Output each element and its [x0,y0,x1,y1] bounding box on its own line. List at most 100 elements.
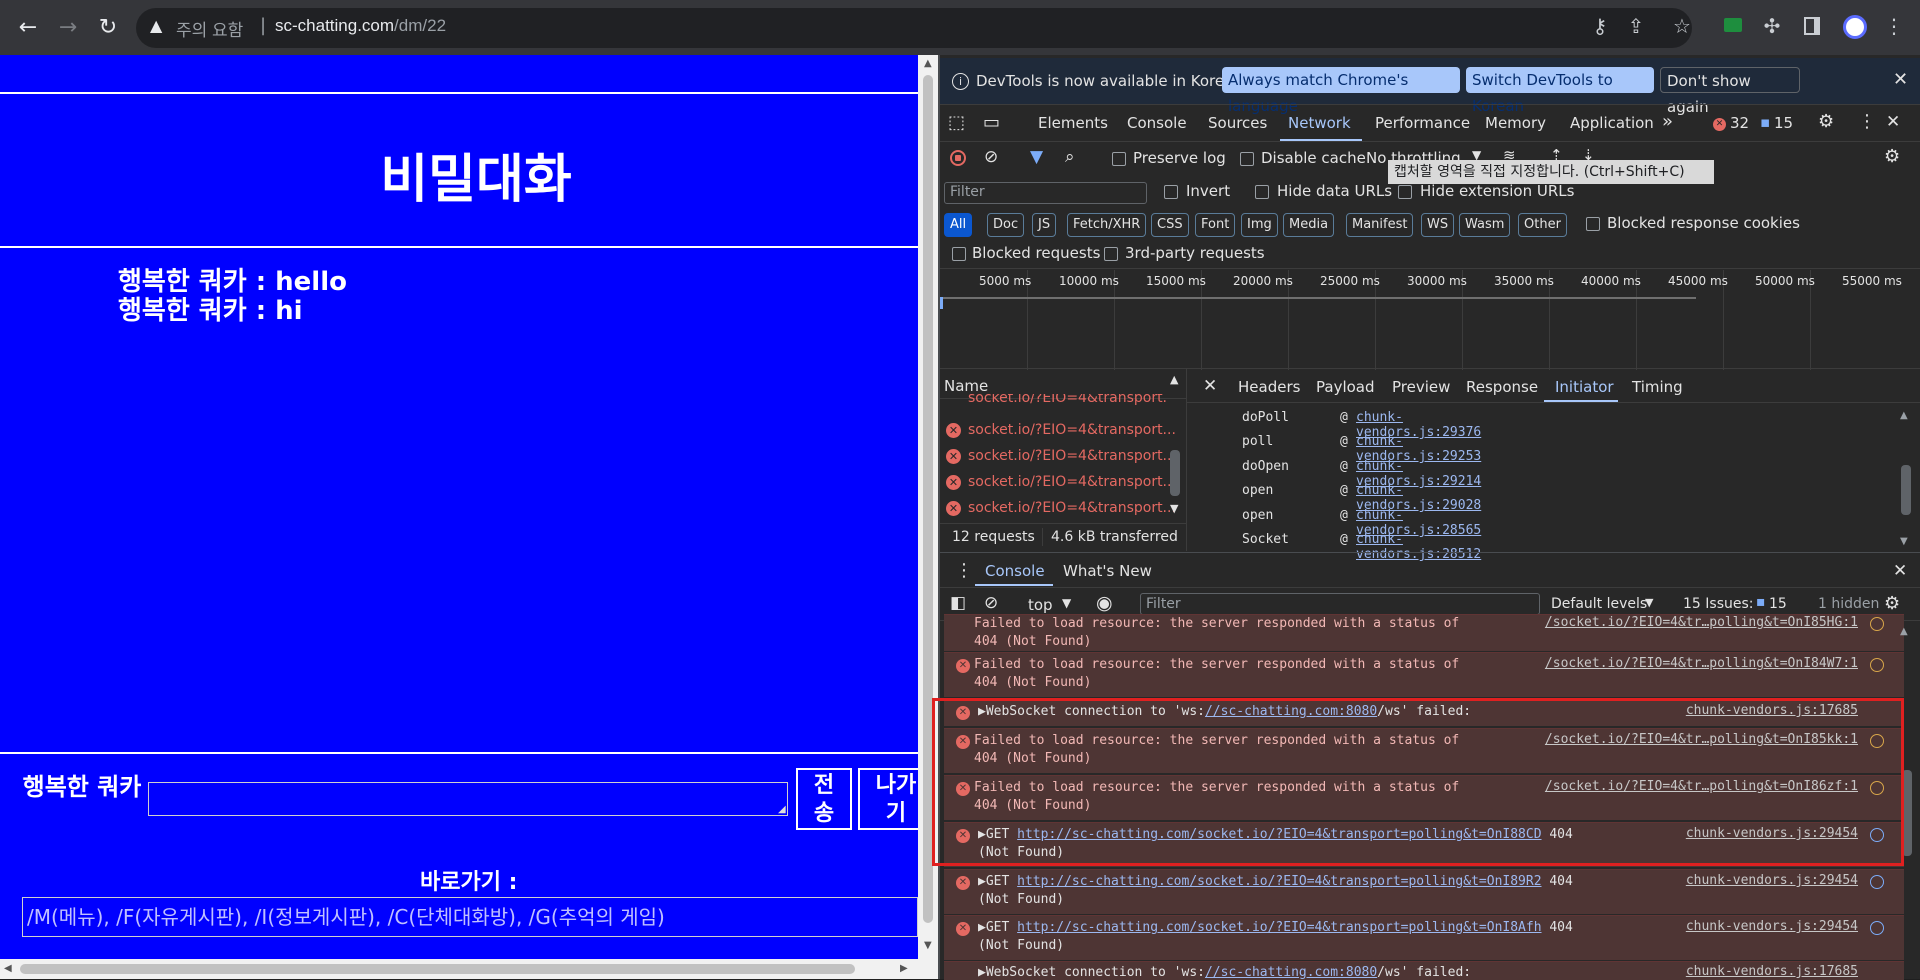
console-source-link[interactable]: chunk-vendors.js:29454 [1686,919,1858,934]
panel-splitter[interactable] [1186,369,1187,551]
scroll-up-icon[interactable]: ▲ [924,58,932,69]
detail-tab-headers[interactable]: Headers [1238,378,1300,396]
name-column-header[interactable]: Name [944,377,988,395]
type-fetch-xhr[interactable]: Fetch/XHR [1067,213,1147,237]
clear-console-icon[interactable]: ⊘ [984,593,998,613]
preserve-log-checkbox[interactable] [1112,152,1126,166]
console-url-link[interactable]: //sc-chatting.com:8080 [1205,965,1377,980]
message-input[interactable] [148,782,788,816]
chevron-down-icon[interactable]: ▼ [1062,596,1071,610]
filter-icon[interactable]: ▼ [1030,147,1043,167]
extension-icon[interactable] [1724,18,1742,32]
type-img[interactable]: Img [1241,213,1278,237]
console-source-link[interactable]: chunk-vendors.js:29454 [1686,873,1858,888]
console-error-row[interactable]: ✕ Failed to load resource: the server re… [944,652,1904,697]
send-button[interactable]: 전송 [796,768,852,830]
issues-label[interactable]: 15 Issues: [1683,596,1753,612]
hide-ext-urls-checkbox[interactable] [1398,185,1412,199]
context-select[interactable]: top [1028,596,1053,614]
shortcut-input[interactable]: /M(메뉴), /F(자유게시판), /I(정보게시판), /C(단체대화방),… [22,897,918,937]
detail-tab-payload[interactable]: Payload [1316,378,1375,396]
console-url-link[interactable]: http://sc-chatting.com/socket.io/?EIO=4&… [1017,874,1541,889]
console-filter-input[interactable] [1140,593,1540,615]
close-detail-icon[interactable]: ✕ [1203,376,1217,396]
page-hscroll-thumb[interactable] [20,964,855,974]
scroll-down-icon[interactable]: ▼ [1900,536,1908,547]
type-media[interactable]: Media [1283,213,1335,237]
drawer-splitter[interactable] [940,552,1920,553]
insights-icon[interactable] [1870,875,1884,889]
console-message[interactable]: ▶GET [978,874,1017,889]
star-icon[interactable]: ☆ [1668,14,1696,38]
reload-icon[interactable]: ↻ [92,12,124,44]
detail-tab-response[interactable]: Response [1466,378,1538,396]
resize-handle[interactable]: ◢ [778,804,786,815]
sidepanel-icon[interactable] [1804,17,1820,35]
scroll-right-icon[interactable]: ▶ [900,963,908,974]
insights-icon[interactable] [1870,617,1884,631]
console-error-row[interactable]: Failed to load resource: the server resp… [944,614,1904,651]
switch-korean-button[interactable]: Switch DevTools to Korean [1466,67,1654,115]
console-source-link[interactable]: chunk-vendors.js:17685 [1686,964,1858,979]
device-toolbar-icon[interactable]: ▭ [983,112,1000,133]
drawer-tab-console[interactable]: Console [985,562,1045,580]
type-other[interactable]: Other [1518,213,1567,237]
profile-icon[interactable] [1843,15,1867,39]
inspect-icon[interactable]: ⬚ [948,112,965,133]
scroll-up-icon[interactable]: ▲ [1900,410,1908,421]
kebab-menu-icon[interactable]: ⋮ [1858,111,1876,132]
blocked-cookies-checkbox[interactable] [1586,217,1600,231]
request-row[interactable]: socket.io/?EIO=4&transport... [944,394,1166,408]
third-party-checkbox[interactable] [1104,247,1118,261]
request-row[interactable]: ✕ socket.io/?EIO=4&transport... [944,471,1176,495]
scroll-up-icon[interactable]: ▲ [1900,626,1908,637]
error-count[interactable]: 32 [1730,114,1749,132]
dont-show-button[interactable]: Don't show again [1660,67,1800,116]
console-error-row[interactable]: ✕ ▶GET http://sc-chatting.com/socket.io/… [944,915,1904,960]
drawer-menu-icon[interactable]: ⋮ [955,560,973,581]
issues-count[interactable]: 15 [1769,596,1787,612]
issue-count[interactable]: 15 [1774,114,1793,132]
request-list-scroll-thumb[interactable] [1170,450,1180,496]
type-font[interactable]: Font [1195,213,1236,237]
console-message[interactable]: ▶GET [978,920,1017,935]
record-icon[interactable] [950,150,966,166]
console-error-row[interactable]: ▶WebSocket connection to 'ws://sc-chatti… [944,961,1904,980]
scroll-down-icon[interactable]: ▼ [1170,502,1178,515]
type-all[interactable]: All [944,213,973,237]
type-manifest[interactable]: Manifest [1346,213,1414,237]
blocked-requests-checkbox[interactable] [952,247,966,261]
back-icon[interactable]: ← [12,12,44,44]
error-icon[interactable]: ✕ [1713,118,1726,131]
security-warning[interactable]: 주의 요함 [176,16,243,41]
invert-checkbox[interactable] [1164,185,1178,199]
detail-tab-timing[interactable]: Timing [1632,378,1683,396]
type-wasm[interactable]: Wasm [1459,213,1511,237]
drawer-tab-whats-new[interactable]: What's New [1063,562,1152,580]
type-ws[interactable]: WS [1421,213,1455,237]
tab-network[interactable]: Network [1288,114,1351,132]
eye-icon[interactable]: ◉ [1096,592,1113,614]
console-source-link[interactable]: /socket.io/?EIO=4&tr…polling&t=OnI85HG:1 [1545,615,1858,630]
more-tabs-icon[interactable]: » [1662,111,1673,132]
stack-scroll-thumb[interactable] [1901,465,1911,515]
type-doc[interactable]: Doc [987,213,1025,237]
request-row[interactable]: ✕ socket.io/?EIO=4&transport... [944,445,1176,469]
console-error-row[interactable]: ✕ ▶GET http://sc-chatting.com/socket.io/… [944,869,1904,914]
request-row[interactable]: ✕ socket.io/?EIO=4&transport... [944,419,1176,443]
type-js[interactable]: JS [1032,213,1057,237]
hide-data-urls-checkbox[interactable] [1255,185,1269,199]
detail-tab-preview[interactable]: Preview [1392,378,1450,396]
insights-icon[interactable] [1870,658,1884,672]
network-settings-icon[interactable]: ⚙ [1884,146,1900,167]
puzzle-icon[interactable]: ✣ [1758,14,1786,38]
exit-button[interactable]: 나가기 [858,768,918,830]
scroll-down-icon[interactable]: ▼ [924,940,932,951]
tab-application[interactable]: Application [1570,114,1654,132]
issues-icon[interactable]: ▪ [1760,113,1770,131]
scroll-left-icon[interactable]: ◀ [4,963,12,974]
close-icon[interactable]: ✕ [1893,69,1908,90]
console-message[interactable]: ▶WebSocket connection to 'ws: [978,965,1205,980]
insights-icon[interactable] [1870,921,1884,935]
warning-icon[interactable]: ▲ [150,16,162,35]
